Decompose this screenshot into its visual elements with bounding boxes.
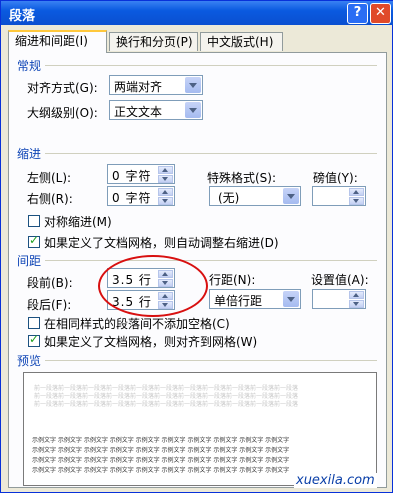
watermark: xuexila.com (294, 473, 377, 488)
tab-indent-spacing[interactable]: 缩进和间距(I) (8, 30, 107, 53)
line-spacing-label: 行距(N): (209, 273, 256, 287)
line-spacing-select[interactable]: 单倍行距 (209, 289, 301, 309)
paragraph-dialog: 段落 ? ✕ 缩进和间距(I) 换行和分页(P) 中文版式(H) 常规 对齐方式… (0, 0, 393, 493)
divider (45, 153, 377, 154)
chevron-down-icon[interactable] (283, 188, 299, 204)
outline-level-value: 正文文本 (114, 105, 163, 119)
divider (45, 360, 377, 361)
help-button[interactable]: ? (347, 3, 368, 24)
preview-sample-line: 示例文字 示例文字 示例文字 示例文字 示例文字 示例文字 示例文字 示例文字 … (32, 457, 290, 464)
chevron-down-icon[interactable] (185, 102, 201, 118)
chevron-down-icon[interactable] (185, 77, 201, 93)
preview-sample-line: 示例文字 示例文字 示例文字 示例文字 示例文字 示例文字 示例文字 示例文字 … (32, 437, 290, 444)
by-label: 磅值(Y): (313, 171, 358, 185)
right-indent-spinner[interactable]: 0 字符 (107, 186, 175, 206)
general-section-label: 常规 (17, 59, 42, 73)
at-label: 设置值(A): (311, 273, 369, 287)
title-bar[interactable]: 段落 ? ✕ (1, 1, 393, 25)
mirror-indent-label: 对称缩进(M) (44, 215, 112, 229)
preview-box: 前一段落前一段落前一段落前一段落前一段落前一段落前一段落前一段落前一段落前一段落… (23, 372, 377, 486)
divider (45, 65, 377, 66)
indent-section-label: 缩进 (17, 147, 42, 161)
left-indent-label: 左侧(L): (27, 171, 72, 185)
close-button[interactable]: ✕ (370, 3, 391, 24)
spin-up-icon[interactable] (349, 188, 364, 196)
space-before-label: 段前(B): (27, 276, 73, 290)
tab-line-page-breaks[interactable]: 换行和分页(P) (109, 32, 198, 51)
snap-to-grid-checkbox[interactable] (28, 332, 40, 347)
at-spinner[interactable] (312, 289, 366, 309)
preview-prev-paragraph: 前一段落前一段落前一段落前一段落前一段落前一段落前一段落前一段落前一段落前一段落… (34, 401, 299, 408)
spin-up-icon[interactable] (158, 166, 173, 174)
spin-up-icon[interactable] (158, 188, 173, 196)
preview-sample-line: 示例文字 示例文字 示例文字 示例文字 示例文字 示例文字 示例文字 示例文字 … (32, 447, 290, 454)
special-indent-value: (无) (218, 191, 240, 205)
spin-down-icon[interactable] (349, 197, 364, 205)
window-title: 段落 (9, 9, 36, 24)
chevron-down-icon[interactable] (283, 291, 299, 307)
snap-to-grid-label: 如果定义了文档网格，则对齐到网格(W) (44, 335, 258, 349)
tab-asian-typography[interactable]: 中文版式(H) (200, 32, 283, 51)
no-space-same-style-checkbox[interactable] (28, 317, 40, 329)
mirror-indent-checkbox[interactable] (28, 215, 40, 227)
by-spinner[interactable] (312, 186, 366, 206)
auto-adjust-label: 如果定义了文档网格，则自动调整右缩进(D) (44, 236, 279, 250)
alignment-label: 对齐方式(G): (27, 81, 98, 95)
spin-down-icon[interactable] (158, 197, 173, 205)
left-indent-value: 0 字符 (112, 169, 152, 183)
spin-up-icon[interactable] (349, 291, 364, 299)
special-indent-label: 特殊格式(S): (207, 171, 277, 185)
preview-sample-line: 示例文字 示例文字 示例文字 示例文字 示例文字 示例文字 示例文字 示例文字 … (32, 467, 290, 474)
outline-level-label: 大纲级别(O): (27, 106, 98, 120)
alignment-select[interactable]: 两端对齐 (109, 75, 203, 95)
no-space-same-style-label: 在相同样式的段落间不添加空格(C) (44, 317, 230, 331)
outline-level-select[interactable]: 正文文本 (109, 100, 203, 120)
space-after-label: 段后(F): (27, 298, 72, 312)
spin-down-icon[interactable] (158, 175, 173, 183)
divider (45, 260, 377, 261)
right-indent-label: 右侧(R): (27, 192, 73, 206)
alignment-value: 两端对齐 (114, 80, 163, 94)
right-indent-value: 0 字符 (112, 191, 152, 205)
special-indent-select[interactable]: (无) (209, 186, 301, 206)
preview-section-label: 预览 (17, 354, 42, 368)
highlight-annotation (98, 255, 208, 317)
left-indent-spinner[interactable]: 0 字符 (107, 164, 175, 184)
auto-adjust-checkbox[interactable] (28, 233, 40, 248)
spacing-section-label: 间距 (17, 254, 42, 268)
line-spacing-value: 单倍行距 (214, 294, 263, 308)
spin-down-icon[interactable] (349, 300, 364, 308)
